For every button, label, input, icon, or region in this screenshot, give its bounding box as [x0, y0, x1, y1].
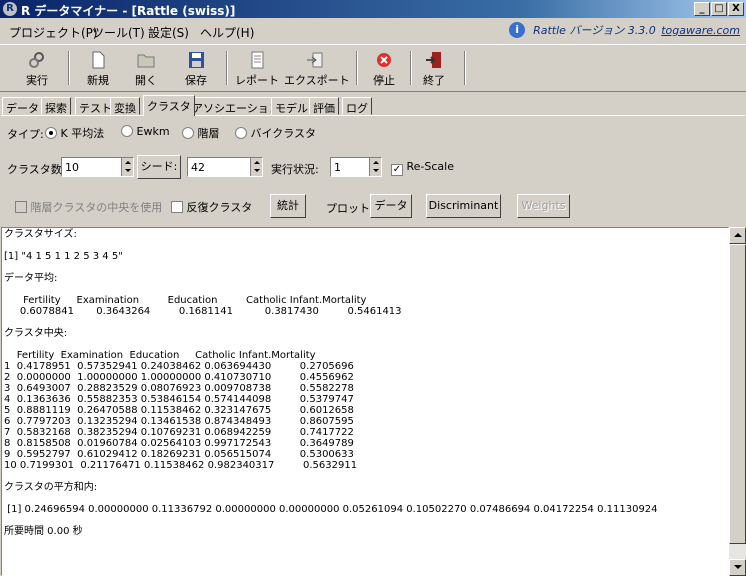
export-icon: [307, 52, 323, 68]
tab-transform[interactable]: 変換: [110, 97, 140, 115]
output-textview[interactable]: クラスタサイズ: [1] "4 1 5 1 1 2 5 3 4 5" データ平均…: [1, 227, 729, 576]
vertical-scrollbar[interactable]: [729, 227, 746, 576]
spinner-arrows[interactable]: [369, 158, 381, 176]
stats-button[interactable]: 統計: [270, 194, 306, 218]
report-button[interactable]: レポート: [234, 49, 280, 89]
new-button[interactable]: 新規: [78, 49, 118, 89]
weights-button[interactable]: Weights: [517, 194, 570, 218]
exit-door-icon: [426, 52, 441, 68]
type-hierarchical-radio[interactable]: 階層: [182, 125, 220, 141]
scroll-down-arrow-icon[interactable]: [729, 559, 746, 576]
rescale-check[interactable]: ✓: [391, 164, 403, 176]
new-document-icon: [92, 51, 105, 69]
info-icon: i: [509, 22, 526, 38]
cluster-panel: タイプ: K 平均法 Ewkm 階層 バイクラスタ クラスタ数: 10 シード:…: [1, 115, 745, 225]
tab-data[interactable]: データ: [2, 97, 43, 115]
rescale-checkbox[interactable]: ✓ Re-Scale: [391, 160, 454, 176]
menu-help[interactable]: ヘルプ(H): [200, 24, 254, 41]
radio-hierarchical[interactable]: [182, 127, 194, 139]
radio-ewkm[interactable]: [121, 125, 133, 137]
quit-button[interactable]: 終了: [414, 49, 454, 89]
tab-model[interactable]: モデル: [271, 97, 312, 115]
folder-icon: [137, 54, 155, 68]
minimize-button[interactable]: _: [694, 2, 710, 16]
stop-button[interactable]: 停止: [364, 49, 404, 89]
save-button[interactable]: 保存: [176, 49, 216, 89]
cluster-count-spinner[interactable]: 10: [61, 157, 134, 177]
window-title: R データマイナー - [Rattle (swiss)]: [21, 4, 236, 18]
menu-tools[interactable]: ツール(T): [92, 24, 145, 41]
execute-button[interactable]: 実行: [16, 49, 58, 89]
runs-label: 実行状況:: [271, 163, 319, 176]
type-kmeans-radio[interactable]: K 平均法: [45, 125, 104, 141]
seed-button[interactable]: シード:: [137, 155, 181, 179]
export-button[interactable]: エクスポート: [284, 49, 350, 89]
r-app-icon: R: [3, 2, 17, 16]
radio-kmeans[interactable]: [45, 127, 57, 139]
maximize-button[interactable]: □: [711, 2, 727, 16]
spinner-arrows[interactable]: [121, 158, 133, 176]
cluster-output-text: クラスタサイズ: [1] "4 1 5 1 1 2 5 3 4 5" データ平均…: [4, 229, 658, 537]
iterate-checkbox[interactable]: 反復クラスタ: [171, 199, 252, 215]
toolbar: 実行 新規 開く 保存 レポート エクスポート 停止 終了: [0, 44, 746, 92]
spinner-arrows[interactable]: [250, 158, 262, 176]
tab-cluster[interactable]: クラスタ: [143, 95, 195, 116]
open-button[interactable]: 開く: [126, 49, 166, 89]
type-bicluster-radio[interactable]: バイクラスタ: [235, 125, 316, 141]
runs-spinner[interactable]: 1: [330, 157, 382, 177]
report-icon: [251, 51, 264, 69]
menu-settings[interactable]: 設定(S): [148, 24, 189, 41]
hier-center-checkbox[interactable]: 階層クラスタの中央を使用: [15, 199, 162, 215]
type-label: タイプ:: [7, 128, 44, 141]
hier-center-check[interactable]: [15, 201, 27, 213]
discriminant-button[interactable]: Discriminant: [426, 194, 501, 218]
togaware-link[interactable]: togaware.com: [661, 24, 740, 37]
scroll-up-arrow-icon[interactable]: [729, 227, 746, 244]
cluster-count-label: クラスタ数:: [7, 163, 66, 176]
scroll-thumb[interactable]: [729, 244, 746, 544]
version-info: i Rattle バージョン 3.3.0 togaware.com: [509, 22, 740, 40]
version-text: Rattle バージョン 3.3.0: [533, 24, 656, 37]
radio-bicluster[interactable]: [235, 127, 247, 139]
menu-project[interactable]: プロジェクト(P): [9, 24, 98, 41]
stop-icon: [377, 53, 391, 67]
tab-log[interactable]: ログ: [342, 97, 372, 115]
seed-spinner[interactable]: 42: [187, 157, 263, 177]
close-button[interactable]: X: [728, 2, 744, 16]
tab-evaluate[interactable]: 評価: [309, 97, 339, 115]
type-ewkm-radio[interactable]: Ewkm: [121, 125, 170, 138]
title-bar: R R データマイナー - [Rattle (swiss)] _ □ X: [0, 0, 746, 18]
tab-explore[interactable]: 探索: [41, 97, 71, 115]
plot-label: プロット:: [326, 202, 374, 215]
floppy-disk-icon: [189, 52, 204, 68]
iterate-check[interactable]: [171, 201, 183, 213]
tab-associate[interactable]: アソシエーション: [188, 97, 284, 115]
plot-data-button[interactable]: データ: [370, 194, 412, 218]
gears-icon: [29, 52, 44, 68]
